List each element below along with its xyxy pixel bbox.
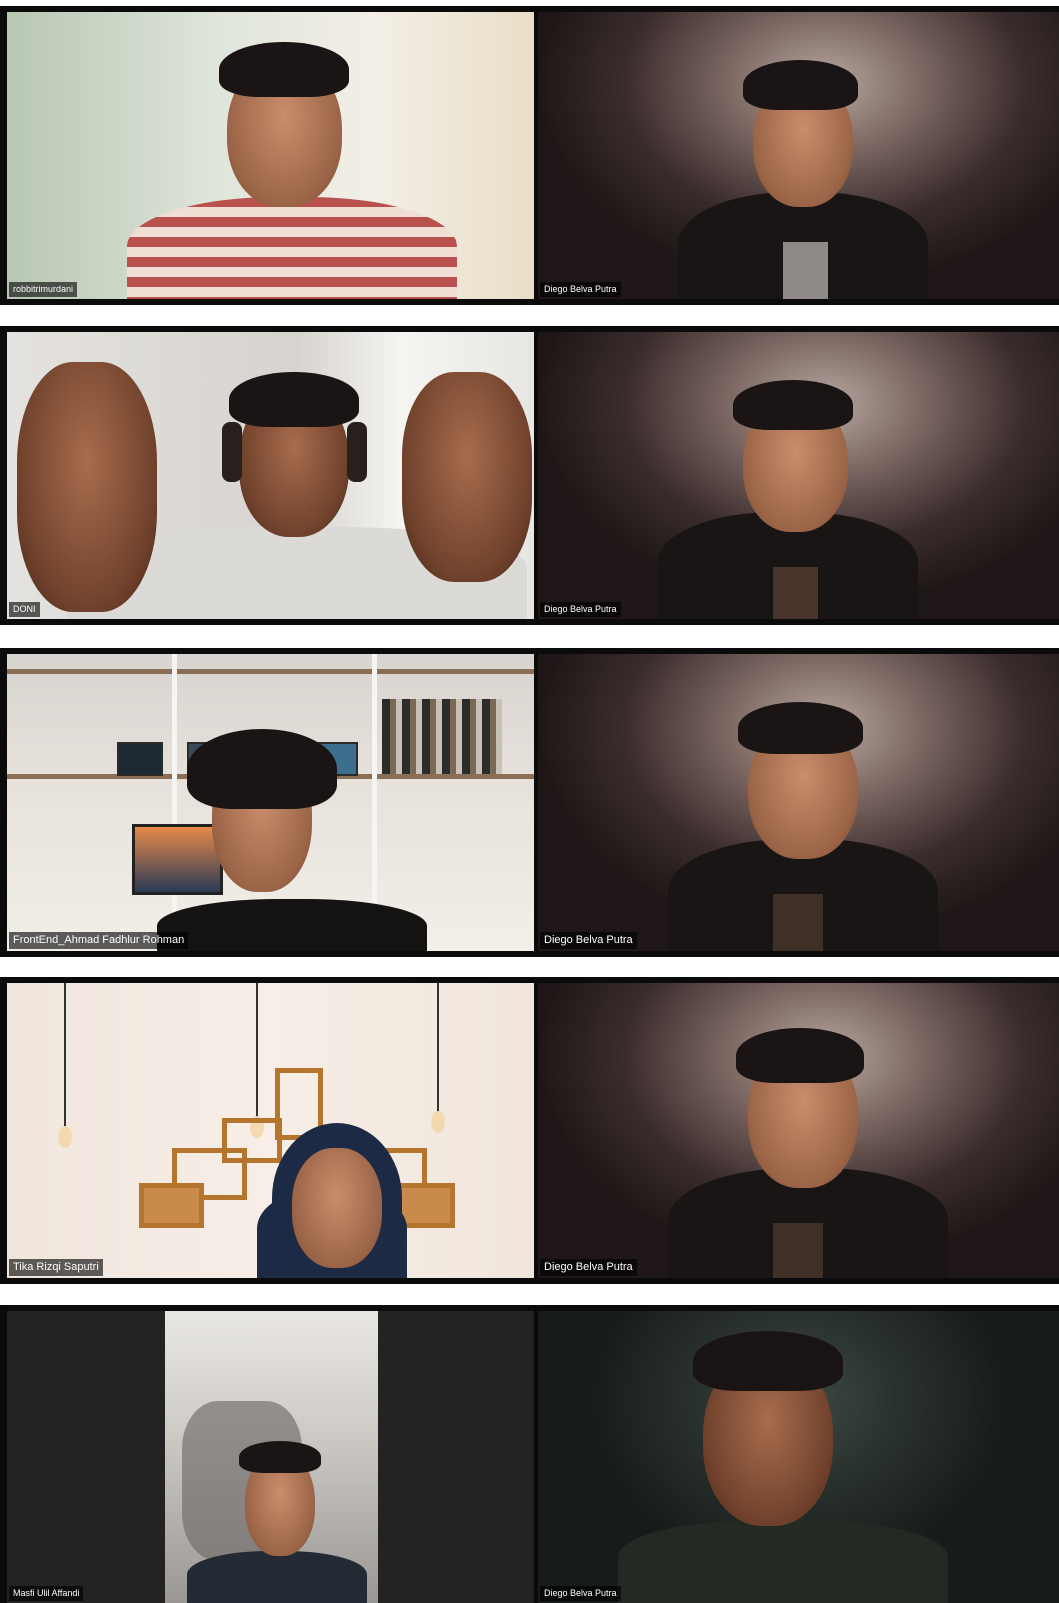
video-tile-diego-belva-putra[interactable]: Diego Belva Putra <box>538 332 1059 619</box>
video-tile-frontend-ahmad-fadhlur-rohman[interactable]: FrontEnd_Ahmad Fadhlur Rohman <box>7 654 534 951</box>
screenshot-strip-1: robbitrimurdani Diego Belva Putra <box>0 6 1059 305</box>
participant-name: Diego Belva Putra <box>540 931 637 949</box>
video-tile-diego-belva-putra[interactable]: Diego Belva Putra <box>538 654 1059 951</box>
video-tile-diego-belva-putra[interactable]: Diego Belva Putra <box>538 12 1059 299</box>
video-tile-tika-rizqi-saputri[interactable]: Tika Rizqi Saputri <box>7 983 534 1278</box>
video-tile-doni[interactable]: DONI <box>7 332 534 619</box>
participant-name: FrontEnd_Ahmad Fadhlur Rohman <box>9 931 189 949</box>
participant-name: DONI <box>9 602 40 617</box>
screenshot-strip-2: DONI Diego Belva Putra <box>0 326 1059 625</box>
participant-name: Tika Rizqi Saputri <box>9 1258 103 1276</box>
video-tile-diego-belva-putra[interactable]: Diego Belva Putra <box>538 983 1059 1278</box>
participant-name: Diego Belva Putra <box>540 602 621 617</box>
screenshot-strip-4: Tika Rizqi Saputri Diego Belva Putra <box>0 977 1059 1284</box>
participant-name: Masfi Ulil Affandi <box>9 1586 84 1601</box>
participant-name: Diego Belva Putra <box>540 1258 637 1276</box>
participant-name: Diego Belva Putra <box>540 1586 621 1601</box>
screenshot-strip-5: Masfi Ulil Affandi Diego Belva Putra <box>0 1305 1059 1603</box>
video-tile-diego-belva-putra[interactable]: Diego Belva Putra <box>538 1311 1059 1603</box>
participant-name: robbitrimurdani <box>9 282 78 297</box>
participant-name: Diego Belva Putra <box>540 282 621 297</box>
video-tile-robbitrimurdani[interactable]: robbitrimurdani <box>7 12 534 299</box>
screenshot-strip-3: FrontEnd_Ahmad Fadhlur Rohman Diego Belv… <box>0 648 1059 957</box>
video-tile-masfi-ulil-affandi[interactable]: Masfi Ulil Affandi <box>7 1311 534 1603</box>
